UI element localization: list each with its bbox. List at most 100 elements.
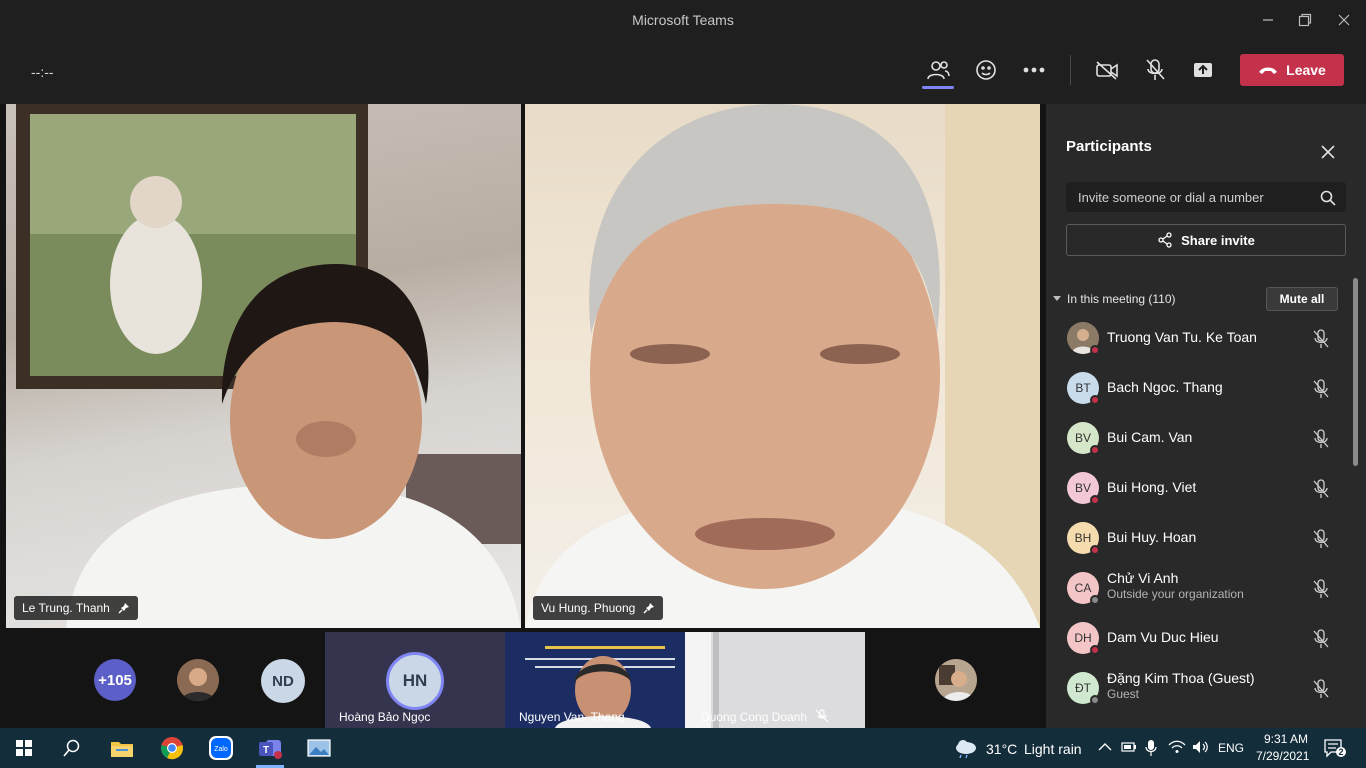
- photos-icon: [307, 739, 331, 757]
- teams-taskbar-button[interactable]: T: [256, 734, 284, 762]
- participant-row[interactable]: ĐT Đặng Kim Thoa (Guest) Guest: [1046, 664, 1346, 714]
- teams-icon: T: [259, 740, 282, 759]
- photos-button[interactable]: [305, 734, 333, 762]
- invite-search-input[interactable]: [1066, 182, 1346, 212]
- participant-name: Chử Vi Anh: [1107, 570, 1179, 586]
- speaking-avatar: HN: [386, 652, 444, 710]
- chevron-down-icon: [1053, 296, 1061, 301]
- participant-mic-status[interactable]: [1312, 479, 1330, 504]
- participant-mic-status[interactable]: [1312, 629, 1330, 654]
- strip-tile-name: Duong Cong Doanh: [701, 710, 808, 724]
- maximize-button[interactable]: [1283, 6, 1327, 34]
- camera-off-icon: [1096, 61, 1118, 80]
- close-window-button[interactable]: [1322, 6, 1366, 34]
- clock-date: 7/29/2021: [1256, 749, 1310, 763]
- presence-status-icon: [1090, 645, 1100, 655]
- presence-status-icon: [1090, 595, 1100, 605]
- participant-row[interactable]: BV Bui Cam. Van: [1046, 414, 1346, 464]
- mic-off-icon: [1313, 429, 1329, 448]
- share-content-button[interactable]: [1185, 54, 1221, 86]
- microphone-icon[interactable]: [1145, 739, 1157, 757]
- presence-status-icon: [1090, 495, 1100, 505]
- participant-name: Dam Vu Duc Hieu: [1107, 629, 1219, 645]
- battery-icon[interactable]: [1121, 741, 1137, 753]
- participant-row[interactable]: BT Bach Ngoc. Thang: [1046, 364, 1346, 414]
- video-name-tag: Le Trung. Thanh: [14, 596, 138, 620]
- wifi-icon[interactable]: [1168, 740, 1186, 754]
- leave-button[interactable]: Leave: [1240, 54, 1344, 86]
- mic-off-icon: [815, 709, 829, 723]
- more-actions-button[interactable]: [1016, 54, 1052, 86]
- participant-name: Bui Huy. Hoan: [1107, 529, 1197, 545]
- participant-mic-status[interactable]: [1312, 579, 1330, 604]
- search-icon[interactable]: [1320, 190, 1336, 206]
- participant-mic-status[interactable]: [1312, 429, 1330, 454]
- camera-toggle-button[interactable]: [1089, 54, 1125, 86]
- show-participants-button[interactable]: [920, 54, 956, 86]
- participant-row[interactable]: CA Chử Vi Anh Outside your organization: [1046, 564, 1346, 614]
- share-invite-label: Share invite: [1181, 232, 1255, 248]
- participants-active-indicator: [922, 86, 954, 89]
- svg-text:T: T: [263, 745, 269, 756]
- participant-row[interactable]: Truong Van Tu. Ke Toan: [1046, 314, 1346, 364]
- close-icon: [1338, 14, 1350, 26]
- strip-tile-duong-cong-doanh[interactable]: Duong Cong Doanh: [685, 632, 865, 728]
- video-tile-vu-hung-phuong[interactable]: Vu Hung. Phuong: [525, 104, 1040, 628]
- participant-row[interactable]: BH Bui Huy. Hoan: [1046, 514, 1346, 564]
- input-language[interactable]: ENG: [1218, 741, 1244, 755]
- participant-avatar-photo[interactable]: [177, 659, 219, 701]
- weather-icon[interactable]: [954, 738, 978, 758]
- pin-icon[interactable]: [118, 602, 130, 614]
- video-tile-le-trung-thanh[interactable]: Le Trung. Thanh: [6, 104, 521, 628]
- hang-up-icon: [1259, 67, 1278, 74]
- participant-avatar-nd[interactable]: ND: [261, 659, 305, 703]
- participant-mic-status[interactable]: [1312, 529, 1330, 554]
- pin-icon[interactable]: [643, 602, 655, 614]
- mic-toggle-button[interactable]: [1137, 54, 1173, 86]
- panel-scrollbar[interactable]: [1353, 278, 1358, 466]
- weather-temperature[interactable]: 31°C: [986, 741, 1017, 757]
- participant-row[interactable]: DH Dam Vu Duc Hieu: [1046, 614, 1346, 664]
- presence-status-icon: [1090, 695, 1100, 705]
- chevron-up-icon[interactable]: [1098, 741, 1112, 753]
- participant-subtitle: Guest: [1107, 687, 1140, 701]
- file-explorer-button[interactable]: [108, 734, 136, 762]
- chrome-button[interactable]: [158, 734, 186, 762]
- start-button[interactable]: [10, 734, 38, 762]
- strip-tile-hoang-bao-ngoc[interactable]: HN Hoàng Bảo Ngọc: [325, 632, 505, 728]
- share-invite-button[interactable]: Share invite: [1066, 224, 1346, 256]
- strip-tile-name: Hoàng Bảo Ngọc: [339, 710, 431, 724]
- presence-status-icon: [1090, 445, 1100, 455]
- participant-mic-status[interactable]: [1312, 679, 1330, 704]
- avatar: [177, 659, 219, 701]
- mic-off-icon: [1313, 329, 1329, 348]
- mic-off-icon: [1313, 579, 1329, 598]
- system-clock[interactable]: 9:31 AM 7/29/2021: [1256, 731, 1310, 765]
- leave-label: Leave: [1286, 62, 1326, 78]
- participant-avatar-photo-2[interactable]: [935, 659, 977, 701]
- participant-mic-status[interactable]: [1312, 379, 1330, 404]
- participant-video-feed: [16, 104, 521, 628]
- participants-panel: Participants Share invite In this meetin…: [1046, 104, 1366, 728]
- mute-all-button[interactable]: Mute all: [1266, 287, 1338, 311]
- volume-icon[interactable]: [1192, 740, 1210, 754]
- mic-off-icon: [1313, 679, 1329, 698]
- zalo-button[interactable]: Zalo: [207, 734, 235, 762]
- in-meeting-section-toggle[interactable]: In this meeting (110): [1053, 292, 1176, 306]
- mic-off-icon: [1146, 59, 1165, 80]
- in-meeting-label: In this meeting (110): [1067, 292, 1176, 306]
- zalo-icon: Zalo: [209, 736, 233, 760]
- taskbar-search-button[interactable]: [58, 734, 86, 762]
- participant-name: Bui Hong. Viet: [1107, 479, 1197, 495]
- close-icon[interactable]: [1318, 142, 1338, 162]
- strip-tile-nguyen-van-thang[interactable]: Nguyen Van. Thang: [505, 632, 685, 728]
- people-icon: [927, 61, 950, 80]
- participant-mic-status[interactable]: [1312, 329, 1330, 354]
- chrome-icon: [161, 737, 183, 760]
- windows-logo-icon: [16, 740, 32, 756]
- weather-description[interactable]: Light rain: [1024, 741, 1082, 757]
- notification-badge: 2: [1338, 747, 1344, 757]
- reactions-button[interactable]: [968, 54, 1004, 86]
- overflow-participants-button[interactable]: +105: [94, 659, 136, 701]
- participant-row[interactable]: BV Bui Hong. Viet: [1046, 464, 1346, 514]
